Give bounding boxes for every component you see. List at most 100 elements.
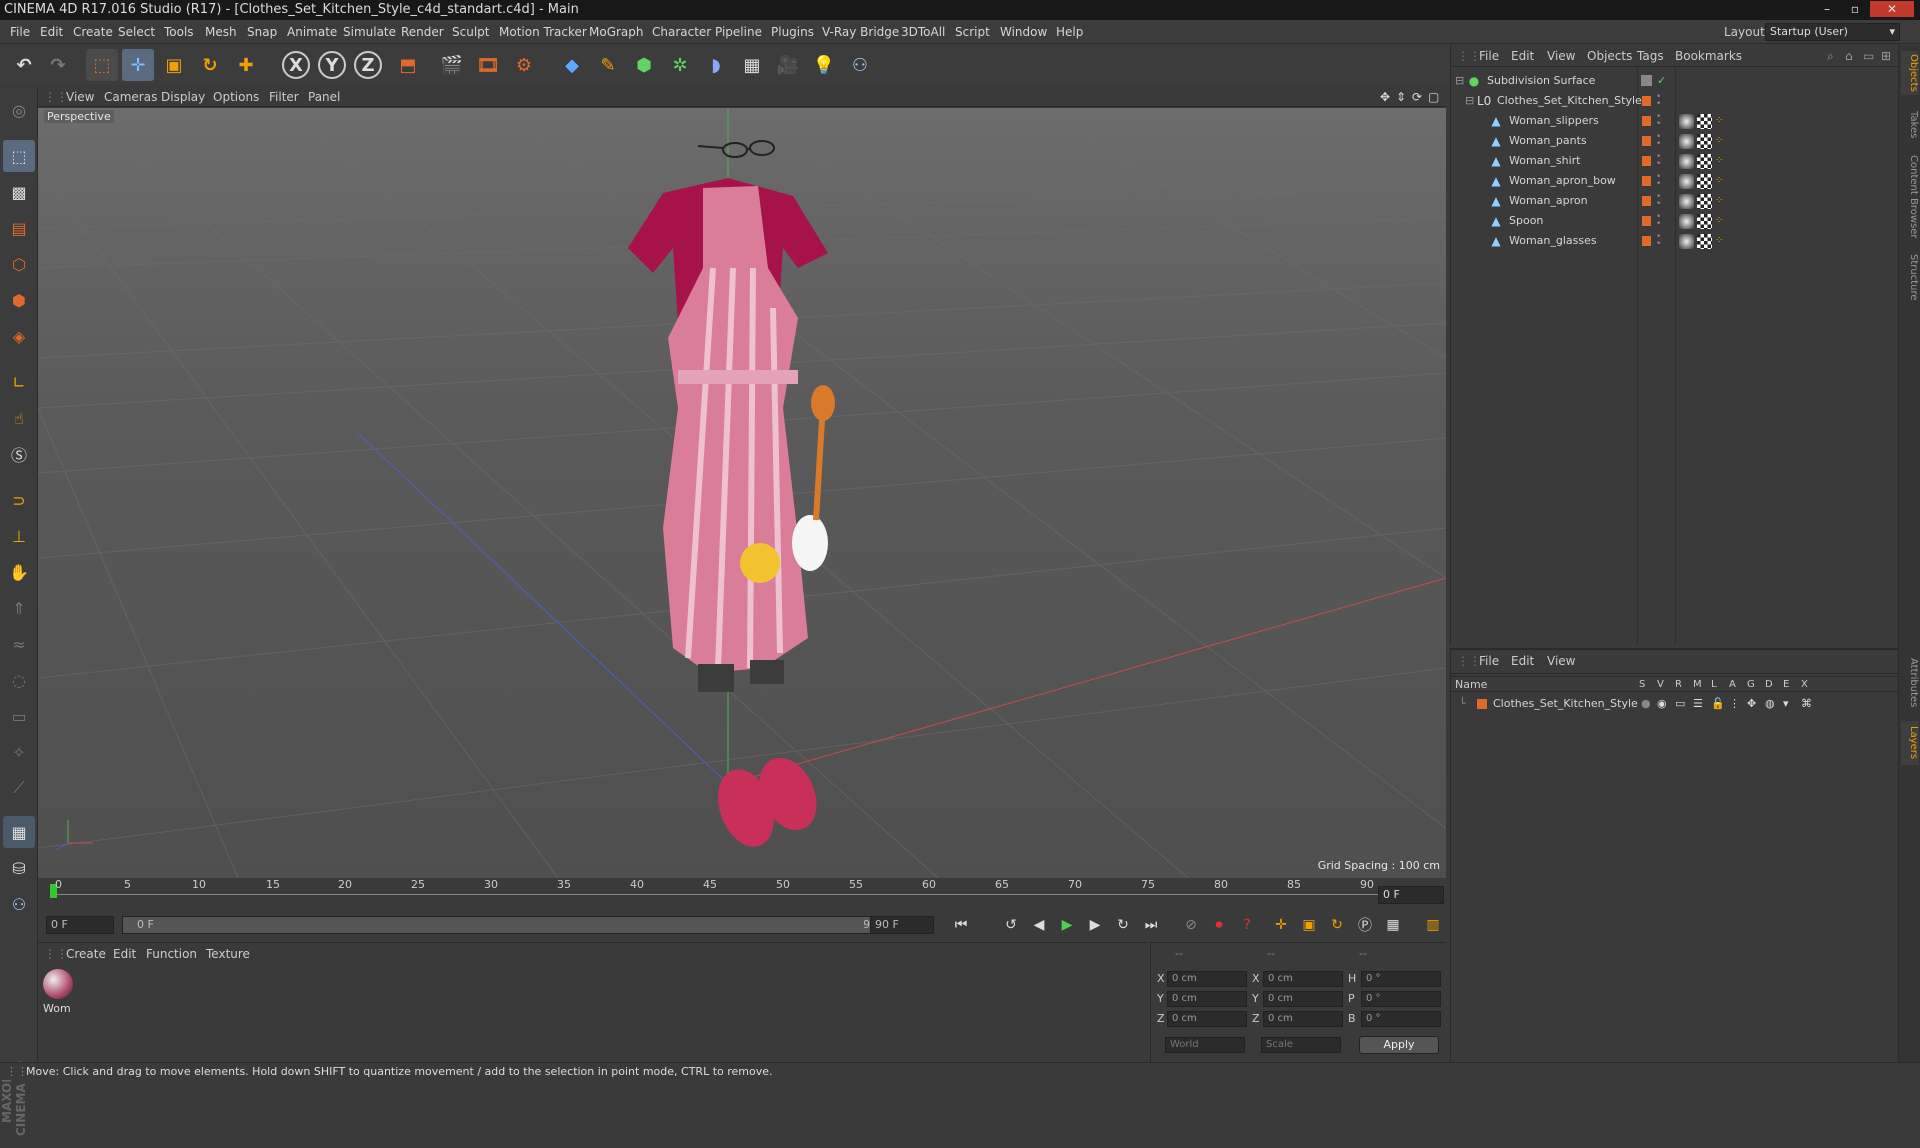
polygons-mode-icon[interactable]: ◈: [3, 320, 35, 352]
menu-mograph[interactable]: MoGraph: [585, 20, 648, 44]
visibility-dots-icon[interactable]: • •: [1656, 213, 1661, 229]
xref-icon[interactable]: ⌘: [1801, 694, 1812, 714]
lm-menu-file[interactable]: File: [1479, 650, 1499, 672]
menu-create[interactable]: Create: [69, 20, 117, 44]
brush-icon[interactable]: ⛁: [3, 852, 35, 884]
menu-render[interactable]: Render: [397, 20, 448, 44]
position-z-field[interactable]: 0 cm: [1167, 1011, 1247, 1027]
camera-icon[interactable]: 🎥: [772, 49, 804, 81]
layer-color-icon[interactable]: [1642, 96, 1651, 106]
material-tag-icon[interactable]: [1679, 134, 1694, 149]
material-menu-edit[interactable]: Edit: [113, 947, 136, 961]
motion-path-icon[interactable]: ⊘: [1180, 914, 1202, 936]
solo-icon[interactable]: ●: [1641, 694, 1651, 714]
menu-sculpt[interactable]: Sculpt: [448, 20, 493, 44]
z-axis-lock-icon[interactable]: Z: [354, 51, 382, 79]
menu-pipeline[interactable]: Pipeline: [711, 20, 766, 44]
size-x-field[interactable]: 0 cm: [1263, 971, 1343, 987]
layout-select[interactable]: Startup (User) ▾: [1765, 23, 1900, 41]
scale-tool-icon[interactable]: ▣: [158, 49, 190, 81]
previous-frame-icon[interactable]: ◀: [1028, 914, 1050, 936]
size-z-field[interactable]: 0 cm: [1263, 1011, 1343, 1027]
python-left-icon[interactable]: ⚇: [3, 888, 35, 920]
menu-vray-bridge[interactable]: V-Ray Bridge: [818, 20, 903, 44]
axis-mode-icon[interactable]: ∟: [3, 366, 35, 398]
sculpt-flatten-icon[interactable]: ▭: [3, 700, 35, 732]
timeline-window-icon[interactable]: ▥: [1422, 914, 1444, 936]
material-menu-create[interactable]: Create: [66, 947, 106, 961]
x-axis-lock-icon[interactable]: X: [282, 51, 310, 79]
python-icon[interactable]: ⚇: [844, 49, 876, 81]
points-mode-icon[interactable]: ⬡: [3, 248, 35, 280]
menu-tools[interactable]: Tools: [160, 20, 198, 44]
record-keys-icon[interactable]: ⏺: [1208, 914, 1230, 936]
go-to-end-icon[interactable]: ⏭: [1140, 914, 1162, 936]
material-tag-icon[interactable]: [1679, 214, 1694, 229]
cloner-icon[interactable]: ✲: [664, 49, 696, 81]
undo-icon[interactable]: ↶: [8, 49, 40, 81]
om-menu-tags[interactable]: Tags: [1637, 45, 1664, 67]
tab-structure[interactable]: Structure: [1901, 249, 1919, 305]
rotate-tool-icon[interactable]: ↻: [194, 49, 226, 81]
om-menu-objects[interactable]: Objects: [1587, 45, 1632, 67]
next-key-icon[interactable]: ↻: [1112, 914, 1134, 936]
material-tag-icon[interactable]: [1679, 154, 1694, 169]
minimize-button[interactable]: –: [1814, 1, 1840, 17]
om-menu-view[interactable]: View: [1547, 45, 1575, 67]
new-panel-icon[interactable]: ⊞: [1881, 45, 1891, 67]
next-frame-icon[interactable]: ▶: [1084, 914, 1106, 936]
uvw-tag-icon[interactable]: [1697, 234, 1712, 249]
menu-animate[interactable]: Animate: [283, 20, 341, 44]
uvw-tag-icon[interactable]: [1697, 214, 1712, 229]
menu-motion-tracker[interactable]: Motion Tracker: [495, 20, 591, 44]
texture-mode-icon[interactable]: ▩: [3, 176, 35, 208]
lm-menu-edit[interactable]: Edit: [1511, 650, 1534, 672]
material-menu-function[interactable]: Function: [146, 947, 197, 961]
workplane-icon[interactable]: ⊥: [3, 520, 35, 552]
layer-color-icon[interactable]: [1642, 196, 1651, 206]
visibility-dots-icon[interactable]: • •: [1656, 193, 1661, 209]
floor-icon[interactable]: ▦: [736, 49, 768, 81]
visibility-dots-icon[interactable]: • •: [1656, 153, 1661, 169]
object-row-subdivision-surface[interactable]: ⊟ ● Subdivision Surface ✓: [1451, 71, 1899, 91]
object-row-woman-pants[interactable]: ▲ Woman_pants • • ⁘: [1451, 131, 1899, 151]
visibility-dots-icon[interactable]: • •: [1656, 173, 1661, 189]
sculpt-knife-icon[interactable]: ⟋: [3, 772, 35, 804]
autokey-icon[interactable]: ?: [1236, 914, 1258, 936]
animation-icon[interactable]: ⋮: [1729, 694, 1740, 714]
coord-type-select[interactable]: Scale: [1261, 1037, 1341, 1053]
menu-plugins[interactable]: Plugins: [767, 20, 818, 44]
sculpt-grab-icon[interactable]: ✋: [3, 556, 35, 588]
object-row-clothes-set[interactable]: ⊟ L0 Clothes_Set_Kitchen_Style • •: [1451, 91, 1899, 111]
uvw-tag-icon[interactable]: [1697, 194, 1712, 209]
current-frame-field[interactable]: 0 F: [1378, 886, 1444, 904]
view-eye-icon[interactable]: ◉: [1657, 694, 1667, 714]
position-x-field[interactable]: 0 cm: [1167, 971, 1247, 987]
visibility-dots-icon[interactable]: • •: [1656, 233, 1661, 249]
layer-color-icon[interactable]: [1477, 699, 1487, 709]
transform-tool-icon[interactable]: ✚: [230, 49, 262, 81]
sculpt-pull-icon[interactable]: ⇑: [3, 592, 35, 624]
lm-menu-view[interactable]: View: [1547, 650, 1575, 672]
lock-icon[interactable]: 🔓: [1711, 694, 1725, 714]
material-tag-icon[interactable]: [1679, 114, 1694, 129]
viewport-menu-panel[interactable]: Panel: [308, 87, 340, 107]
start-frame-field[interactable]: 0 F: [46, 916, 114, 934]
selection-tag-icon[interactable]: ⁘: [1715, 174, 1730, 189]
search-icon[interactable]: ⌕: [1827, 45, 1834, 67]
size-y-field[interactable]: 0 cm: [1263, 991, 1343, 1007]
viewport-menu-cameras[interactable]: Cameras: [104, 87, 157, 107]
material-tag-icon[interactable]: [1679, 174, 1694, 189]
expression-icon[interactable]: ▾: [1783, 694, 1789, 714]
layer-color-icon[interactable]: [1642, 116, 1651, 126]
deformer-icon[interactable]: ◗: [700, 49, 732, 81]
edges-mode-icon[interactable]: ⬢: [3, 284, 35, 316]
menu-select[interactable]: Select: [114, 20, 159, 44]
rotation-p-field[interactable]: 0 °: [1361, 991, 1441, 1007]
material-tag-icon[interactable]: [1679, 234, 1694, 249]
viewport-menu-options[interactable]: Options: [213, 87, 259, 107]
deformer-icon[interactable]: ◍: [1765, 694, 1775, 714]
material-menu-texture[interactable]: Texture: [206, 947, 250, 961]
menu-edit[interactable]: Edit: [36, 20, 67, 44]
selection-tag-icon[interactable]: ⁘: [1715, 234, 1730, 249]
